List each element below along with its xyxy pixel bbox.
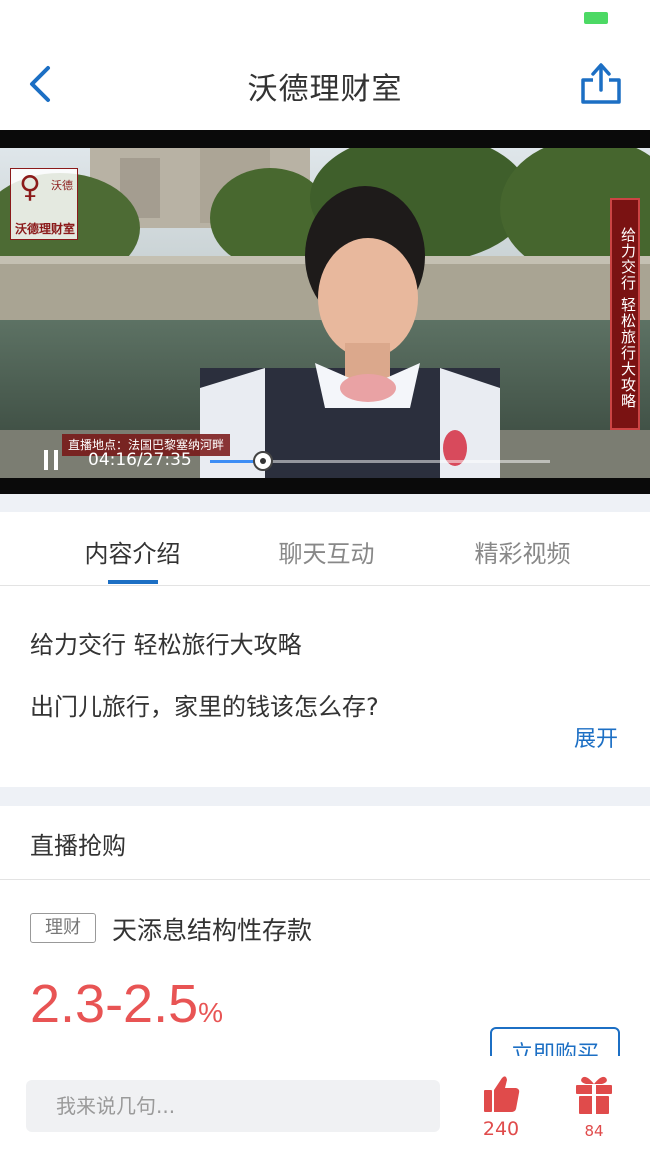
status-bar (0, 0, 650, 38)
tab-bar: 内容介绍 聊天互动 精彩视频 (0, 512, 650, 586)
video-player[interactable]: ♀ 沃德 沃德理财室 给力交行 轻松旅行大攻略 直播地点：法国巴黎塞纳河畔 04… (0, 130, 650, 494)
gift-icon (576, 1076, 612, 1114)
product-card[interactable]: 理财 天添息结构性存款 2.3-2.5% 立即购买 (0, 881, 650, 1071)
product-category-badge: 理财 (30, 913, 96, 943)
live-purchase-header: 直播抢购 (0, 806, 650, 880)
like-button[interactable]: 240 (470, 1072, 532, 1142)
tab-videos[interactable]: 精彩视频 (414, 534, 631, 569)
logo-small-text: 沃德 (51, 179, 73, 192)
expand-link[interactable]: 展开 (574, 721, 618, 753)
section-divider (0, 494, 650, 512)
live-purchase-title: 直播抢购 (30, 832, 126, 860)
player-controls: 04:16/27:35 (0, 448, 650, 478)
gift-count: 84 (584, 1122, 604, 1140)
progress-thumb[interactable] (252, 451, 273, 471)
app-screen: 沃德理财室 ♀ 沃德 沃德理财室 给力交行 轻松旅行大攻略 直播地点：法国巴黎塞… (0, 0, 650, 1156)
broadcaster-logo: ♀ 沃德 沃德理财室 (10, 168, 78, 240)
like-count: 240 (482, 1118, 520, 1140)
share-icon (581, 63, 621, 104)
share-button[interactable] (578, 60, 624, 108)
comment-input[interactable] (26, 1080, 440, 1132)
product-name: 天添息结构性存款 (112, 916, 313, 945)
progress-bar[interactable] (210, 451, 550, 471)
video-frame: ♀ 沃德 沃德理财室 给力交行 轻松旅行大攻略 直播地点：法国巴黎塞纳河畔 04… (0, 148, 650, 478)
tab-chat[interactable]: 聊天互动 (218, 534, 435, 569)
product-rate-value: 2.3-2.5 (30, 974, 199, 1034)
intro-description: 出门儿旅行，家里的钱该怎么存? (30, 693, 379, 721)
nav-bar: 沃德理财室 (0, 38, 650, 130)
product-rate: 2.3-2.5% (30, 973, 223, 1035)
gift-button[interactable]: 84 (566, 1072, 622, 1142)
playback-time: 04:16/27:35 (88, 450, 192, 470)
logo-text: 沃德理财室 (14, 222, 75, 236)
pause-button[interactable] (42, 450, 60, 472)
page-title: 沃德理财室 (247, 72, 403, 107)
battery-icon (584, 12, 608, 24)
intro-title: 给力交行 轻松旅行大攻略 (30, 631, 302, 659)
bottom-bar: 240 84 (0, 1056, 650, 1156)
program-banner: 给力交行 轻松旅行大攻略 (610, 198, 640, 430)
section-divider (0, 787, 650, 806)
active-tab-indicator (108, 580, 158, 584)
video-scene-image (0, 148, 650, 478)
thumbs-up-icon (484, 1076, 520, 1112)
logo-mark-icon: ♀ (19, 170, 41, 205)
product-rate-unit: % (198, 997, 224, 1028)
tab-intro[interactable]: 内容介绍 (24, 534, 241, 569)
content-intro: 给力交行 轻松旅行大攻略 出门儿旅行，家里的钱该怎么存? 展开 (0, 587, 650, 787)
